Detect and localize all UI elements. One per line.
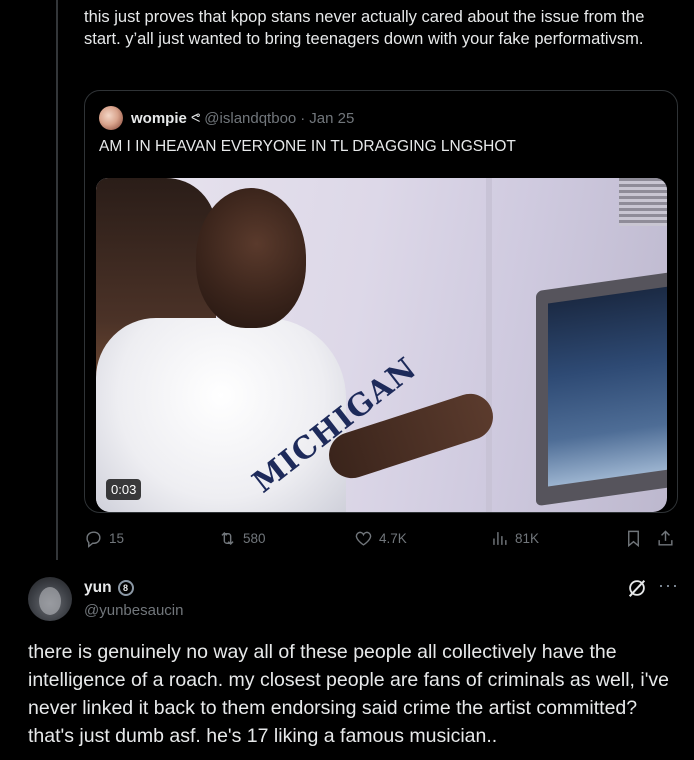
- share-button[interactable]: [656, 529, 675, 548]
- like-count: 4.7K: [379, 530, 407, 546]
- like-button[interactable]: 4.7K: [354, 529, 407, 548]
- views-icon: [493, 531, 507, 545]
- avatar-face: [39, 587, 61, 615]
- author-handle[interactable]: @yunbesaucin: [84, 602, 183, 619]
- views-count: 81K: [515, 530, 540, 546]
- tweet-text: this just proves that kpop stans never a…: [84, 8, 645, 48]
- video-duration-badge: 0:03: [106, 479, 142, 500]
- author-badge-icon: 8: [117, 580, 134, 596]
- bookmark-icon: [628, 530, 639, 547]
- tweet-previous[interactable]: this just proves that kpop stans never a…: [0, 0, 694, 565]
- quoted-tweet-header: wompie ᕙ @islandqtboo · Jan 25: [99, 105, 354, 131]
- quoted-tweet-text: AM I IN HEAVAN EVERYONE IN TL DRAGGING L…: [99, 138, 516, 155]
- tweet-actions-bar: 15 580 4.7K 81K: [84, 525, 680, 551]
- television: [536, 272, 667, 507]
- quoted-name-emoji: ᕙ: [190, 110, 201, 125]
- wall-vent: [619, 178, 667, 226]
- reply-icon: [86, 530, 101, 548]
- separator-dot: ·: [300, 109, 306, 127]
- television-screen: [548, 286, 667, 487]
- door-frame: [486, 178, 492, 512]
- reply-count: 15: [109, 530, 125, 546]
- grok-icon[interactable]: [626, 577, 648, 599]
- tweet-text: there is genuinely no way all of these p…: [28, 641, 670, 747]
- repost-icon: [221, 531, 234, 545]
- views-button[interactable]: 81K: [490, 529, 539, 548]
- quoted-avatar[interactable]: [99, 106, 123, 130]
- avatar[interactable]: [28, 577, 72, 621]
- more-icon[interactable]: ···: [658, 575, 679, 596]
- author-display-name[interactable]: yun: [84, 579, 112, 597]
- person-head: [196, 188, 306, 328]
- repost-button[interactable]: 580: [218, 529, 266, 548]
- tweet-main[interactable]: yun 8 @yunbesaucin ··· there is genuinel…: [0, 565, 694, 760]
- repost-count: 580: [243, 530, 266, 546]
- share-icon: [658, 529, 673, 546]
- quoted-date[interactable]: Jan 25: [309, 110, 354, 127]
- video-player[interactable]: MICHIGAN 0:03: [96, 178, 667, 512]
- reply-button[interactable]: 15: [84, 529, 124, 548]
- quoted-display-name[interactable]: wompie: [131, 110, 187, 127]
- bookmark-button[interactable]: [624, 529, 643, 548]
- quoted-tweet[interactable]: wompie ᕙ @islandqtboo · Jan 25 AM I IN H…: [84, 90, 678, 513]
- author-name-row: yun 8: [84, 579, 134, 597]
- quoted-handle[interactable]: @islandqtboo: [204, 110, 296, 127]
- like-icon: [355, 531, 372, 546]
